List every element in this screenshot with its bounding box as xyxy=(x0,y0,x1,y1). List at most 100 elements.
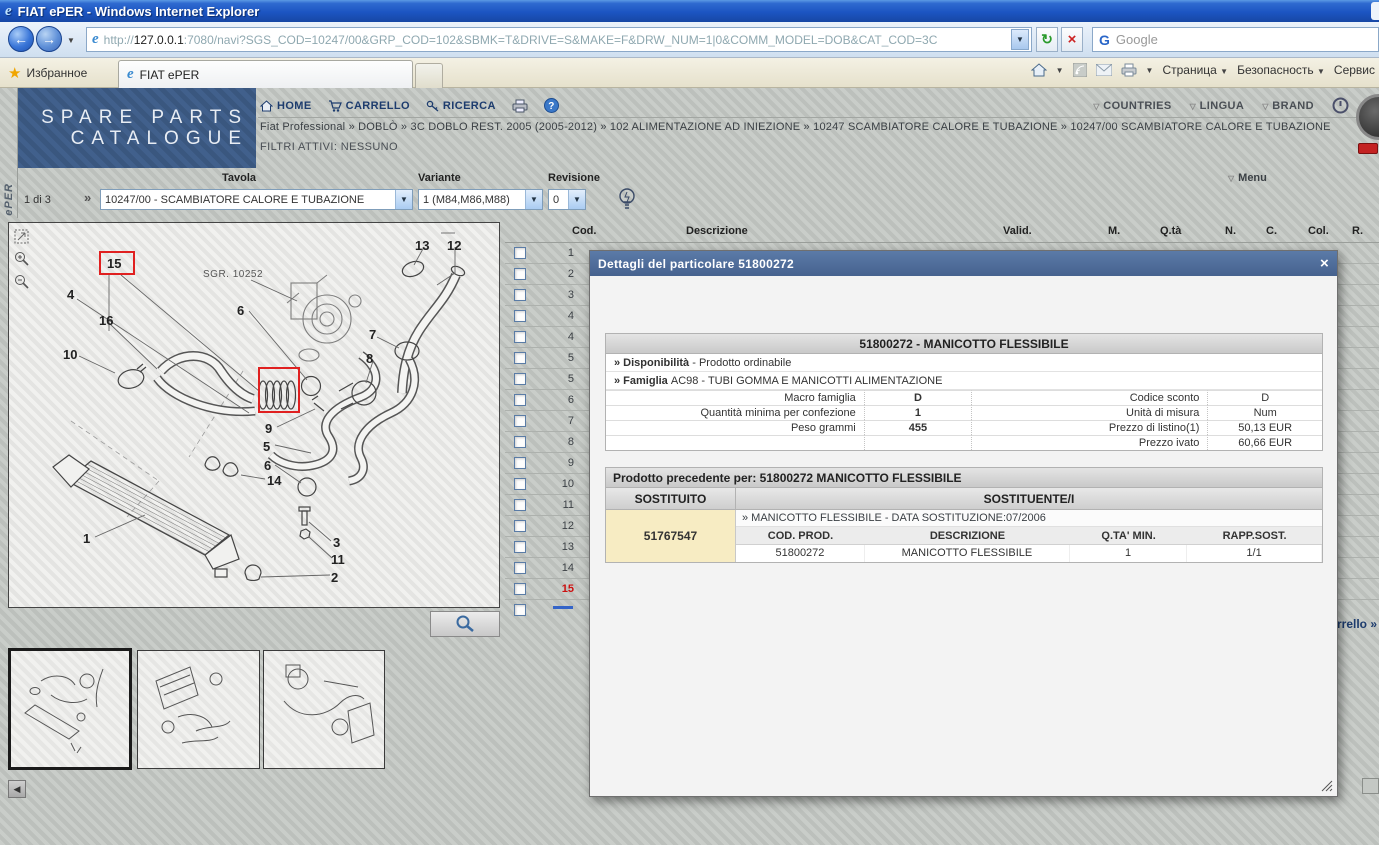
part-label[interactable]: 10 xyxy=(63,347,77,362)
countries-menu[interactable]: ▽ COUNTRIES xyxy=(1093,100,1171,112)
thumbnail-1-selected[interactable] xyxy=(8,648,132,770)
substitution-note: » MANICOTTO FLESSIBILE - DATA SOSTITUZIO… xyxy=(736,510,1322,527)
part-label[interactable]: 6 xyxy=(264,458,271,473)
row-checkbox[interactable] xyxy=(514,268,526,280)
page-indicator: 1 di 3 xyxy=(24,194,51,206)
thumbnail-prev-button[interactable]: ◀ xyxy=(8,780,26,798)
row-checkbox[interactable] xyxy=(514,289,526,301)
part-label[interactable]: 16 xyxy=(99,313,113,328)
part-label[interactable]: 5 xyxy=(263,439,270,454)
row-checkbox[interactable] xyxy=(514,541,526,553)
row-checkbox[interactable] xyxy=(514,499,526,511)
row-checkbox[interactable] xyxy=(514,352,526,364)
part-label[interactable]: 14 xyxy=(267,473,281,488)
thumbnail-2[interactable] xyxy=(137,650,260,769)
address-input[interactable]: e http://127.0.0.1:7080/navi?SGS_COD=102… xyxy=(86,27,1032,52)
history-dropdown-icon[interactable]: ▼ xyxy=(67,36,75,45)
print-icon[interactable] xyxy=(1121,63,1137,77)
sub-row[interactable]: 51800272MANICOTTO FLESSIBILE 11/1 xyxy=(736,545,1322,562)
window-control-partial[interactable] xyxy=(1371,2,1379,20)
part-label[interactable]: 8 xyxy=(366,351,373,366)
part-label[interactable]: 4 xyxy=(67,287,74,302)
resize-handle[interactable] xyxy=(1319,778,1333,792)
part-label[interactable]: 12 xyxy=(447,238,461,253)
back-button[interactable]: ← xyxy=(8,26,34,52)
print-dropdown-icon[interactable]: ▼ xyxy=(1146,66,1154,75)
family-value: AC98 - TUBI GOMMA E MANICOTTI ALIMENTAZI… xyxy=(671,375,943,387)
row-focus-marker xyxy=(553,606,573,609)
brand-logo-partial xyxy=(1356,94,1379,140)
address-bar: ← → ▼ e http://127.0.0.1:7080/navi?SGS_C… xyxy=(0,22,1379,58)
part-label[interactable]: 2 xyxy=(331,570,338,585)
tab-fiat-eper[interactable]: e FIAT ePER xyxy=(118,60,413,88)
search-nav-button[interactable]: RICERCA xyxy=(426,100,496,112)
part-label[interactable]: 1 xyxy=(83,531,90,546)
lingua-menu[interactable]: ▽ LINGUA xyxy=(1190,100,1245,112)
zoom-out-icon[interactable] xyxy=(14,274,29,290)
row-checkbox[interactable] xyxy=(514,415,526,427)
help-icon[interactable]: ? xyxy=(544,98,559,113)
part-label[interactable]: 7 xyxy=(369,327,376,342)
menu-button[interactable]: ▽Menu xyxy=(1228,172,1267,184)
part-label[interactable]: 9 xyxy=(265,421,272,436)
tavola-select[interactable]: 10247/00 - SCAMBIATORE CALORE E TUBAZION… xyxy=(100,189,413,210)
new-tab-button[interactable] xyxy=(415,63,443,88)
cart-nav-button[interactable]: CARRELLO xyxy=(328,100,410,112)
diagram-tools xyxy=(14,229,29,290)
variante-select[interactable]: 1 (M84,M86,M88)▼ xyxy=(418,189,543,210)
part-label[interactable]: 13 xyxy=(415,238,429,253)
thumbnail-3[interactable] xyxy=(263,650,385,769)
row-checkbox[interactable] xyxy=(514,457,526,469)
stop-button[interactable]: × xyxy=(1061,27,1083,52)
print-table-icon[interactable] xyxy=(512,99,528,113)
home-nav-button[interactable]: HOME xyxy=(260,100,312,112)
tavola-label: Tavola xyxy=(222,172,256,184)
close-icon[interactable]: × xyxy=(1320,256,1329,271)
row-checkbox[interactable] xyxy=(514,436,526,448)
home-icon[interactable] xyxy=(1031,63,1047,77)
diagram-panel[interactable]: 15 4 16 10 6 13 12 7 8 9 5 6 14 1 3 11 2… xyxy=(8,222,500,608)
rss-icon[interactable] xyxy=(1073,63,1087,77)
part-label[interactable]: 6 xyxy=(237,303,244,318)
sostituito-value[interactable]: 51767547 xyxy=(606,510,736,562)
lingua-dropdown-icon: ▽ xyxy=(1190,102,1197,111)
row-checkbox[interactable] xyxy=(514,562,526,574)
search-input[interactable]: G Google xyxy=(1092,27,1379,52)
row-checkbox[interactable] xyxy=(514,331,526,343)
zoom-in-icon[interactable] xyxy=(14,251,29,267)
favorites-button[interactable]: ★ Избранное xyxy=(8,64,87,82)
diagram-search-button[interactable] xyxy=(430,611,500,637)
part-label[interactable]: 11 xyxy=(331,552,345,567)
part-label[interactable]: 3 xyxy=(333,535,340,550)
dialog-titlebar[interactable]: Dettagli del particolare 51800272 × xyxy=(590,251,1337,276)
forward-button[interactable]: → xyxy=(36,26,62,52)
menu-security[interactable]: Безопасность ▼ xyxy=(1237,63,1325,77)
menu-service[interactable]: Сервис xyxy=(1334,63,1375,77)
brand-menu[interactable]: ▽ BRAND xyxy=(1262,100,1314,112)
address-dropdown-icon[interactable]: ▼ xyxy=(1011,29,1029,50)
home-dropdown-icon[interactable]: ▼ xyxy=(1056,66,1064,75)
row-checkbox[interactable] xyxy=(514,520,526,532)
refresh-button[interactable]: ↻ xyxy=(1036,27,1058,52)
bulb-icon[interactable] xyxy=(616,186,638,212)
revisione-select[interactable]: 0▼ xyxy=(548,189,586,210)
window-titlebar[interactable]: e FIAT ePER - Windows Internet Explorer xyxy=(0,0,1379,22)
row-checkbox[interactable] xyxy=(514,604,526,616)
power-icon[interactable] xyxy=(1332,97,1349,114)
revisione-label: Revisione xyxy=(548,172,600,184)
row-checkbox[interactable] xyxy=(514,373,526,385)
next-table-chevron[interactable]: » xyxy=(84,190,91,205)
tab-favicon: e xyxy=(127,67,134,82)
col-c: C. xyxy=(1266,225,1277,237)
row-checkbox[interactable] xyxy=(514,394,526,406)
mail-icon[interactable] xyxy=(1096,64,1112,76)
row-checkbox[interactable] xyxy=(514,583,526,595)
menu-page[interactable]: Страница ▼ xyxy=(1162,63,1228,77)
url-host: 127.0.0.1 xyxy=(134,33,184,47)
part-label[interactable]: 15 xyxy=(107,256,121,271)
row-checkbox[interactable] xyxy=(514,478,526,490)
row-checkbox[interactable] xyxy=(514,247,526,259)
breadcrumb[interactable]: Fiat Professional » DOBLÒ » 3C DOBLO RES… xyxy=(260,121,1372,133)
row-checkbox[interactable] xyxy=(514,310,526,322)
fit-page-icon[interactable] xyxy=(14,229,29,244)
